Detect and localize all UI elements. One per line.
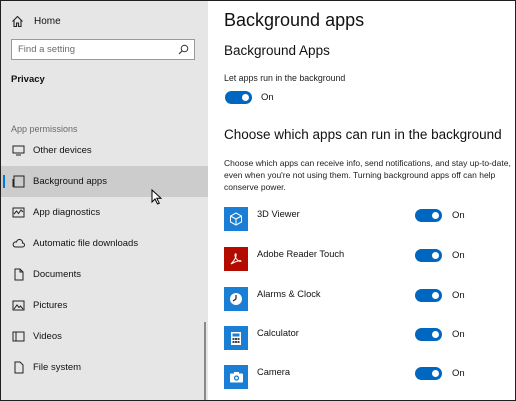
sidebar-scrollbar[interactable] [204, 322, 206, 400]
sidebar: Home Privacy App permissions Other devic… [1, 1, 208, 400]
app-row-calculator: Calculator On [224, 326, 514, 350]
sidebar-item-label: Automatic file downloads [33, 238, 139, 249]
other-devices-icon [11, 144, 25, 158]
app-name: 3D Viewer [257, 209, 300, 219]
home-label: Home [34, 15, 61, 27]
search-input[interactable] [18, 44, 180, 55]
app-toggle-state: On [452, 250, 465, 261]
app-toggle-state: On [452, 329, 465, 340]
main-content: Background apps Background Apps Let apps… [208, 1, 515, 400]
sidebar-item-videos[interactable]: Videos [1, 321, 208, 352]
description-text: Choose which apps can receive info, send… [224, 158, 511, 192]
mouse-cursor-icon [151, 189, 162, 205]
app-row-3d-viewer: 3D Viewer On [224, 207, 514, 231]
home-icon [12, 15, 23, 27]
master-toggle-state: On [261, 92, 274, 103]
sidebar-item-documents[interactable]: Documents [1, 259, 208, 290]
app-toggle-3d-viewer[interactable] [415, 209, 442, 222]
app-toggle-alarms-clock[interactable] [415, 289, 442, 302]
settings-window: Home Privacy App permissions Other devic… [0, 0, 516, 401]
sidebar-item-label: Other devices [33, 145, 92, 156]
app-name: Calculator [257, 328, 299, 338]
app-toggle-camera[interactable] [415, 367, 442, 380]
app-toggle-state: On [452, 368, 465, 379]
app-toggle-state: On [452, 210, 465, 221]
app-row-adobe-reader-touch: Adobe Reader Touch On [224, 247, 514, 271]
app-name: Alarms & Clock [257, 289, 321, 299]
sidebar-item-pictures[interactable]: Pictures [1, 290, 208, 321]
sidebar-item-label: App diagnostics [33, 207, 101, 218]
sidebar-item-label: Videos [33, 331, 62, 342]
app-row-alarms-clock: Alarms & Clock On [224, 287, 514, 311]
sidebar-item-app-diagnostics[interactable]: App diagnostics [1, 197, 208, 228]
camera-icon [224, 365, 248, 389]
app-name: Camera [257, 367, 291, 377]
home-link[interactable]: Home [11, 13, 61, 29]
background-apps-icon [11, 175, 25, 189]
sidebar-item-label: Documents [33, 269, 82, 280]
app-toggle-state: On [452, 290, 465, 301]
sidebar-item-label: Background apps [33, 176, 107, 187]
3d-viewer-icon [224, 207, 248, 231]
sidebar-item-automatic-file-downloads[interactable]: Automatic file downloads [1, 228, 208, 259]
sidebar-item-file-system[interactable]: File system [1, 352, 208, 383]
sidebar-item-background-apps[interactable]: Background apps [1, 166, 208, 197]
section-title-background-apps: Background Apps [224, 43, 330, 58]
group-label-app-permissions: App permissions [11, 124, 78, 134]
section-title-choose-apps: Choose which apps can run in the backgro… [224, 127, 502, 142]
section-title-privacy: Privacy [11, 74, 45, 85]
let-apps-run-label: Let apps run in the background [224, 73, 346, 83]
document-icon [11, 268, 25, 282]
pictures-icon [11, 299, 25, 313]
alarm-clock-icon [224, 287, 248, 311]
file-system-icon [11, 361, 25, 375]
sidebar-item-other-devices[interactable]: Other devices [1, 135, 208, 166]
app-row-camera: Camera On [224, 365, 514, 389]
adobe-reader-icon [224, 247, 248, 271]
videos-icon [11, 330, 25, 344]
app-toggle-calculator[interactable] [415, 328, 442, 341]
search-icon[interactable] [178, 44, 189, 55]
sidebar-item-label: File system [33, 362, 82, 373]
page-title: Background apps [224, 10, 365, 30]
app-toggle-adobe-reader-touch[interactable] [415, 249, 442, 262]
search-field[interactable] [11, 39, 195, 60]
app-name: Adobe Reader Touch [257, 249, 345, 259]
sidebar-item-label: Pictures [33, 300, 68, 311]
cloud-icon [11, 237, 25, 251]
app-diagnostics-icon [11, 206, 25, 220]
background-apps-master-toggle[interactable] [225, 91, 252, 104]
calculator-icon [224, 326, 248, 350]
